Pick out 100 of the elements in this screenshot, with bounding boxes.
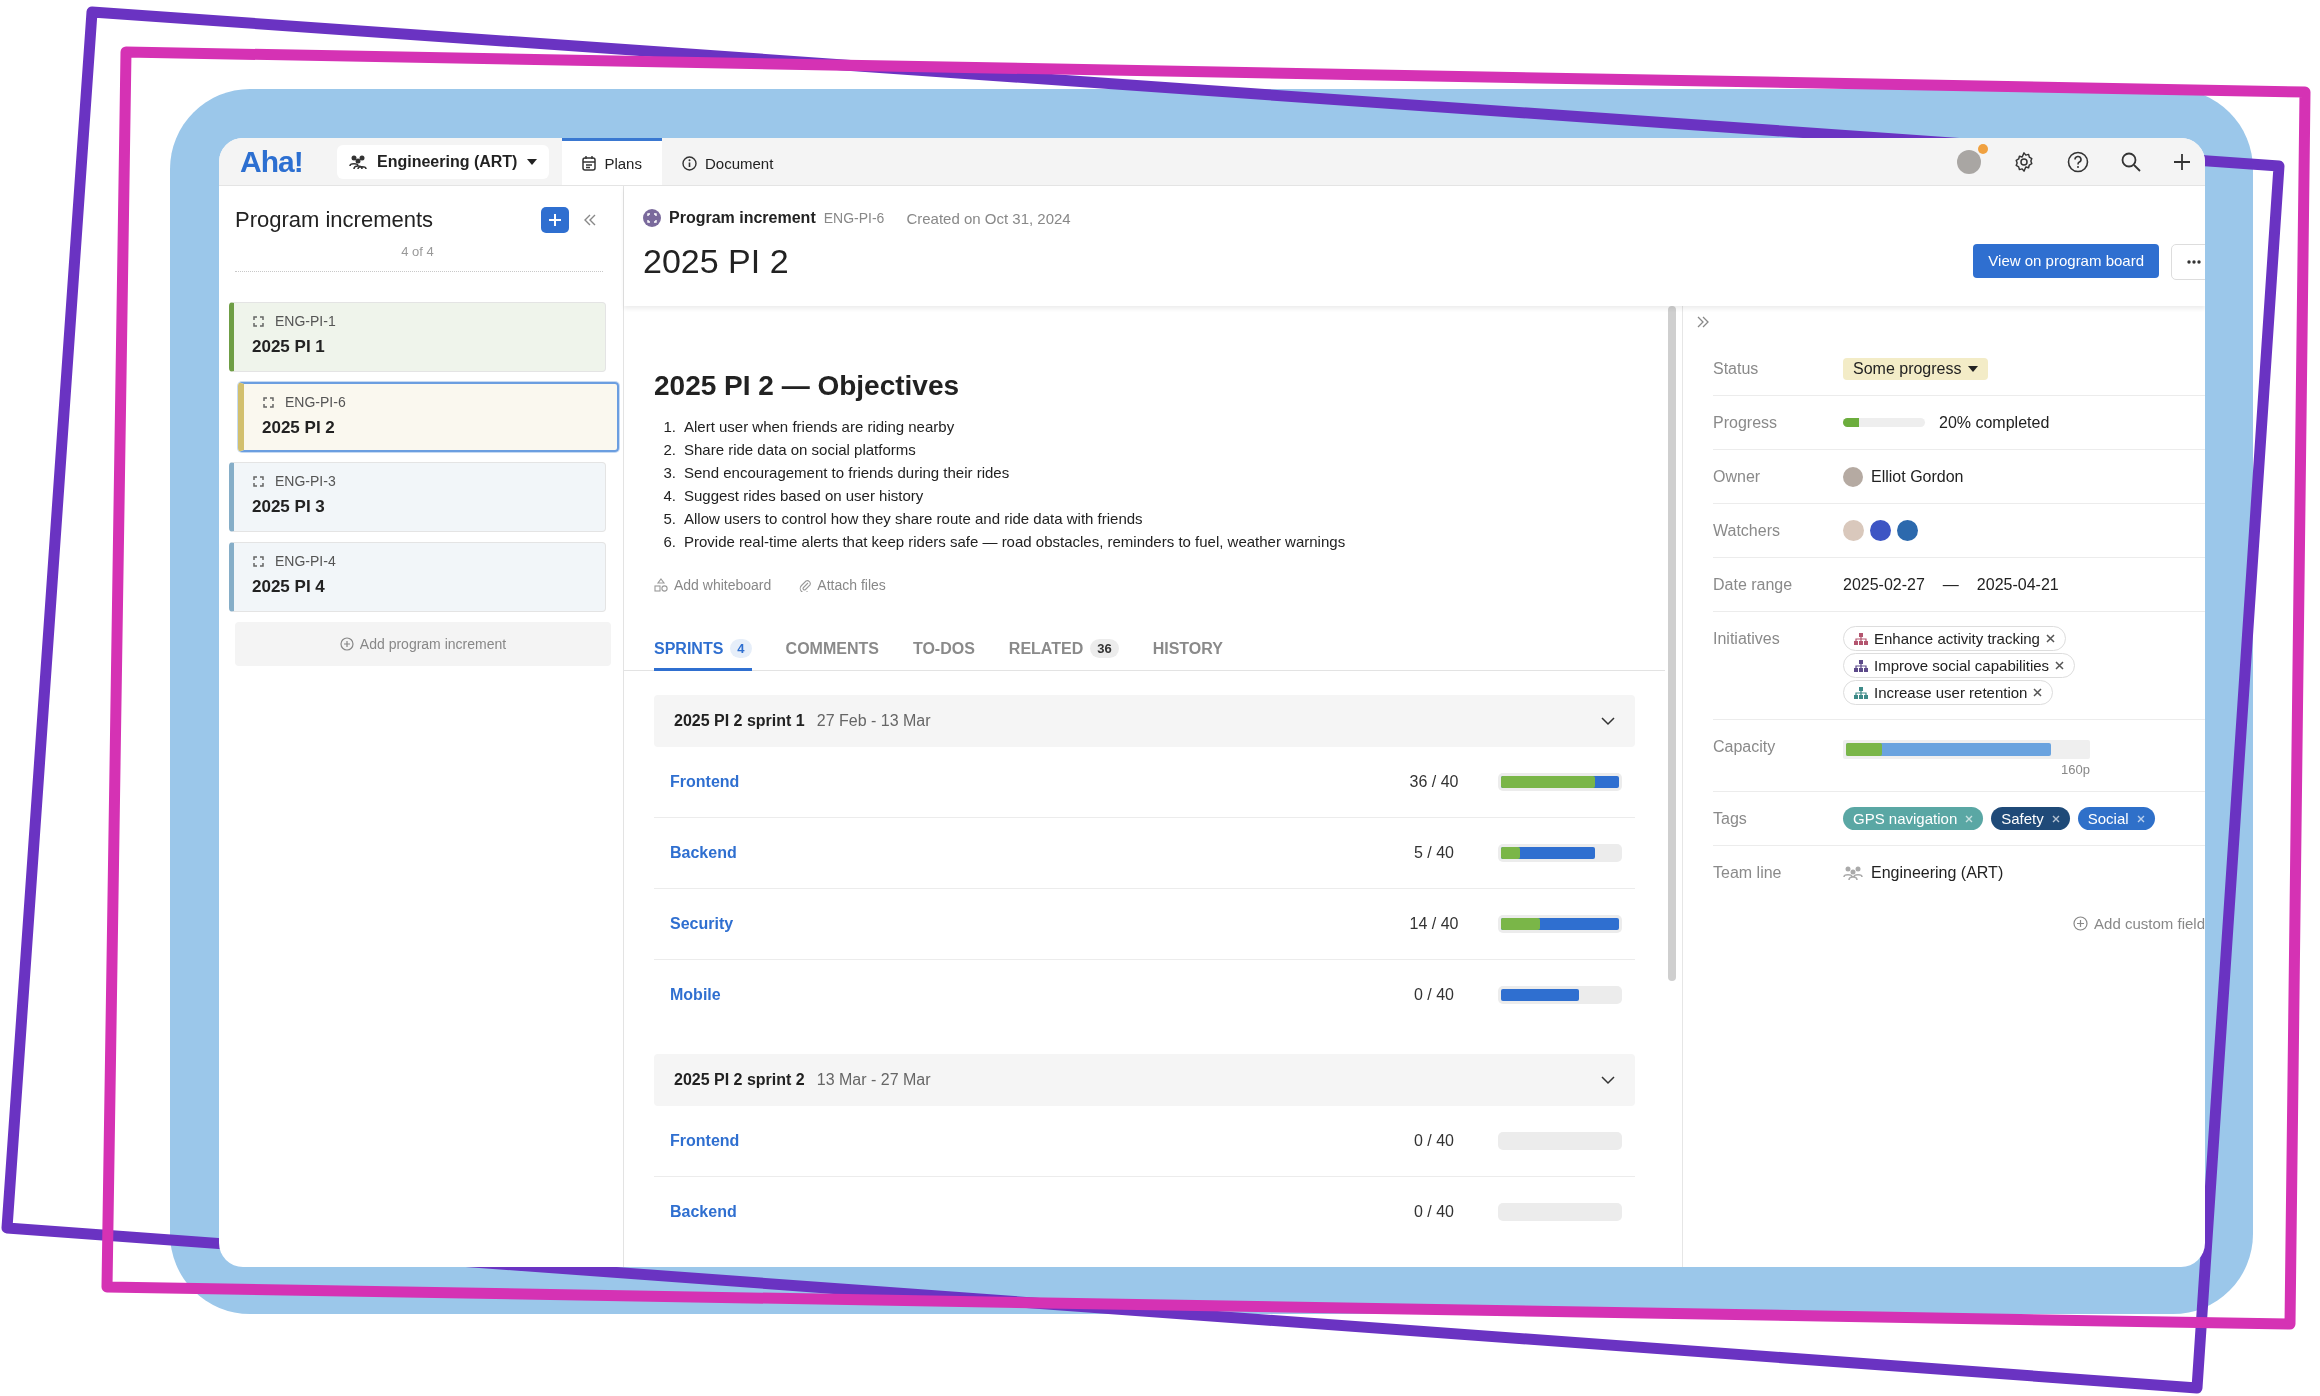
increment-card[interactable]: ENG-PI-6 2025 PI 2 bbox=[238, 382, 619, 452]
record-ref: ENG-PI-6 bbox=[823, 210, 885, 226]
cycle-icon bbox=[262, 395, 275, 409]
attach-files-link[interactable]: Attach files bbox=[799, 577, 886, 593]
capacity-reading: 0 / 40 bbox=[1413, 1203, 1455, 1221]
workspace-dropdown[interactable]: Engineering (ART) bbox=[337, 144, 550, 179]
tag-chip[interactable]: Safety bbox=[1991, 807, 2070, 830]
sprint-dates: 13 Mar - 27 Mar bbox=[816, 1071, 932, 1089]
list-number: 1. bbox=[662, 417, 676, 437]
sprint-header[interactable]: 2025 PI 2 sprint 2 13 Mar - 27 Mar bbox=[654, 1054, 1635, 1106]
remove-icon[interactable] bbox=[2055, 661, 2065, 670]
increment-name: 2025 PI 1 bbox=[252, 337, 326, 357]
objectives-heading: 2025 PI 2 — Objectives bbox=[654, 369, 961, 403]
chevron-down-icon[interactable] bbox=[1601, 1073, 1615, 1087]
cycle-icon bbox=[252, 474, 265, 488]
field-label: Team line bbox=[1713, 863, 1783, 883]
owner-avatar bbox=[1843, 466, 1863, 487]
plus-icon[interactable] bbox=[2173, 152, 2191, 171]
increment-ref: ENG-PI-6 bbox=[285, 394, 346, 410]
increment-card[interactable]: ENG-PI-1 2025 PI 1 bbox=[229, 302, 606, 372]
watcher-avatar[interactable] bbox=[1897, 520, 1918, 541]
start-date[interactable]: 2025-02-27 bbox=[1843, 575, 1925, 594]
chevron-down-icon[interactable] bbox=[1601, 714, 1615, 728]
objective-text: Provide real-time alerts that keep riders safe — road obstacles, reminders to fuel, weather warnings bbox=[684, 532, 1346, 552]
date-separator: — bbox=[1942, 575, 1959, 594]
field-label: Initiatives bbox=[1713, 629, 1781, 649]
add-button[interactable] bbox=[541, 207, 569, 233]
team-link[interactable]: Backend bbox=[670, 844, 1394, 862]
cycle-icon bbox=[252, 314, 265, 328]
nav-tab[interactable]: Document bbox=[661, 138, 794, 185]
logo[interactable]: Aha! bbox=[219, 144, 337, 179]
cycle-icon bbox=[252, 554, 265, 568]
watcher-avatar[interactable] bbox=[1870, 520, 1891, 541]
initiative-name: Enhance activity tracking bbox=[1874, 630, 2040, 647]
team-link[interactable]: Frontend bbox=[670, 773, 1394, 791]
tag-chip[interactable]: Social bbox=[2077, 807, 2155, 830]
progress-text: 20% completed bbox=[1939, 413, 2050, 432]
expand-icon[interactable] bbox=[1697, 316, 1710, 328]
increment-name: 2025 PI 3 bbox=[252, 497, 326, 517]
increment-ref: ENG-PI-3 bbox=[275, 473, 336, 489]
increment-ref: ENG-PI-4 bbox=[275, 553, 336, 569]
capacity-reading: 14 / 40 bbox=[1408, 915, 1460, 933]
owner-name[interactable]: Elliot Gordon bbox=[1871, 467, 1964, 486]
capacity-reading: 0 / 40 bbox=[1413, 986, 1455, 1004]
more-button[interactable] bbox=[2171, 243, 2205, 280]
count-badge: 36 bbox=[1090, 639, 1119, 658]
program-board-button[interactable]: View on program board bbox=[1973, 243, 2159, 278]
team-link[interactable]: Mobile bbox=[670, 986, 1394, 1004]
field-label: Date range bbox=[1713, 575, 1794, 595]
more-icon bbox=[2187, 259, 2201, 264]
help-icon[interactable] bbox=[2067, 150, 2089, 173]
team-name[interactable]: Engineering (ART) bbox=[1871, 863, 2004, 882]
add-custom-field-button[interactable]: Add custom field bbox=[2073, 915, 2205, 932]
collapse-icon[interactable] bbox=[583, 214, 597, 226]
team-link[interactable]: Backend bbox=[670, 1203, 1394, 1221]
initiative-name: Increase user retention bbox=[1874, 684, 2028, 701]
detail-tab[interactable]: RELATED 36 bbox=[1008, 631, 1119, 671]
list-number: 3. bbox=[662, 463, 676, 483]
team-link[interactable]: Frontend bbox=[670, 1132, 1394, 1150]
end-date[interactable]: 2025-04-21 bbox=[1976, 575, 2059, 594]
sprint-name: 2025 PI 2 sprint 2 bbox=[674, 1071, 805, 1089]
people-icon bbox=[1843, 864, 1863, 881]
field-label: Capacity bbox=[1713, 737, 1777, 757]
shapes-icon bbox=[654, 578, 668, 592]
people-icon bbox=[349, 153, 367, 170]
scrollbar[interactable] bbox=[1668, 306, 1676, 981]
calendar-icon bbox=[582, 155, 597, 171]
objective-text: Alert user when friends are riding nearby bbox=[684, 417, 955, 437]
add-whiteboard-link[interactable]: Add whiteboard bbox=[654, 577, 772, 593]
list-number: 4. bbox=[662, 486, 676, 506]
field-label: Owner bbox=[1713, 467, 1762, 487]
capacity-total: 160p bbox=[2061, 762, 2090, 777]
record-title: 2025 PI 2 bbox=[643, 242, 789, 281]
increment-name: 2025 PI 4 bbox=[252, 577, 326, 597]
remove-icon[interactable] bbox=[2033, 688, 2043, 697]
paperclip-icon bbox=[799, 578, 812, 592]
increment-card[interactable]: ENG-PI-3 2025 PI 3 bbox=[229, 462, 606, 532]
count-badge: 4 bbox=[730, 639, 752, 658]
plus-circle-icon bbox=[2073, 916, 2089, 931]
field-label: Status bbox=[1713, 359, 1760, 379]
sprint-name: 2025 PI 2 sprint 1 bbox=[674, 712, 805, 730]
remove-icon[interactable] bbox=[2045, 634, 2055, 643]
increment-card[interactable]: ENG-PI-4 2025 PI 4 bbox=[229, 542, 606, 612]
sprint-header[interactable]: 2025 PI 2 sprint 1 27 Feb - 13 Mar bbox=[654, 695, 1635, 747]
sprint-dates: 27 Feb - 13 Mar bbox=[816, 712, 932, 730]
search-icon[interactable] bbox=[2121, 151, 2141, 172]
objective-text: Send encouragement to friends during their rides bbox=[684, 463, 1010, 483]
objective-text: Allow users to control how they share route and ride data with friends bbox=[684, 509, 1143, 529]
field-label: Tags bbox=[1713, 809, 1748, 829]
team-link[interactable]: Security bbox=[670, 915, 1394, 933]
capacity-reading: 36 / 40 bbox=[1408, 773, 1460, 791]
objective-text: Suggest rides based on user history bbox=[684, 486, 924, 506]
detail-tab[interactable]: SPRINTS 4 bbox=[654, 631, 752, 671]
caret-icon bbox=[1967, 365, 1978, 372]
increment-name: 2025 PI 2 bbox=[262, 418, 336, 438]
settings-icon[interactable] bbox=[2013, 150, 2035, 173]
status-dropdown[interactable]: Some progress bbox=[1843, 357, 1988, 380]
increment-icon bbox=[643, 209, 661, 227]
nav-tab[interactable]: Plans bbox=[562, 138, 662, 185]
plus-icon bbox=[549, 214, 561, 226]
